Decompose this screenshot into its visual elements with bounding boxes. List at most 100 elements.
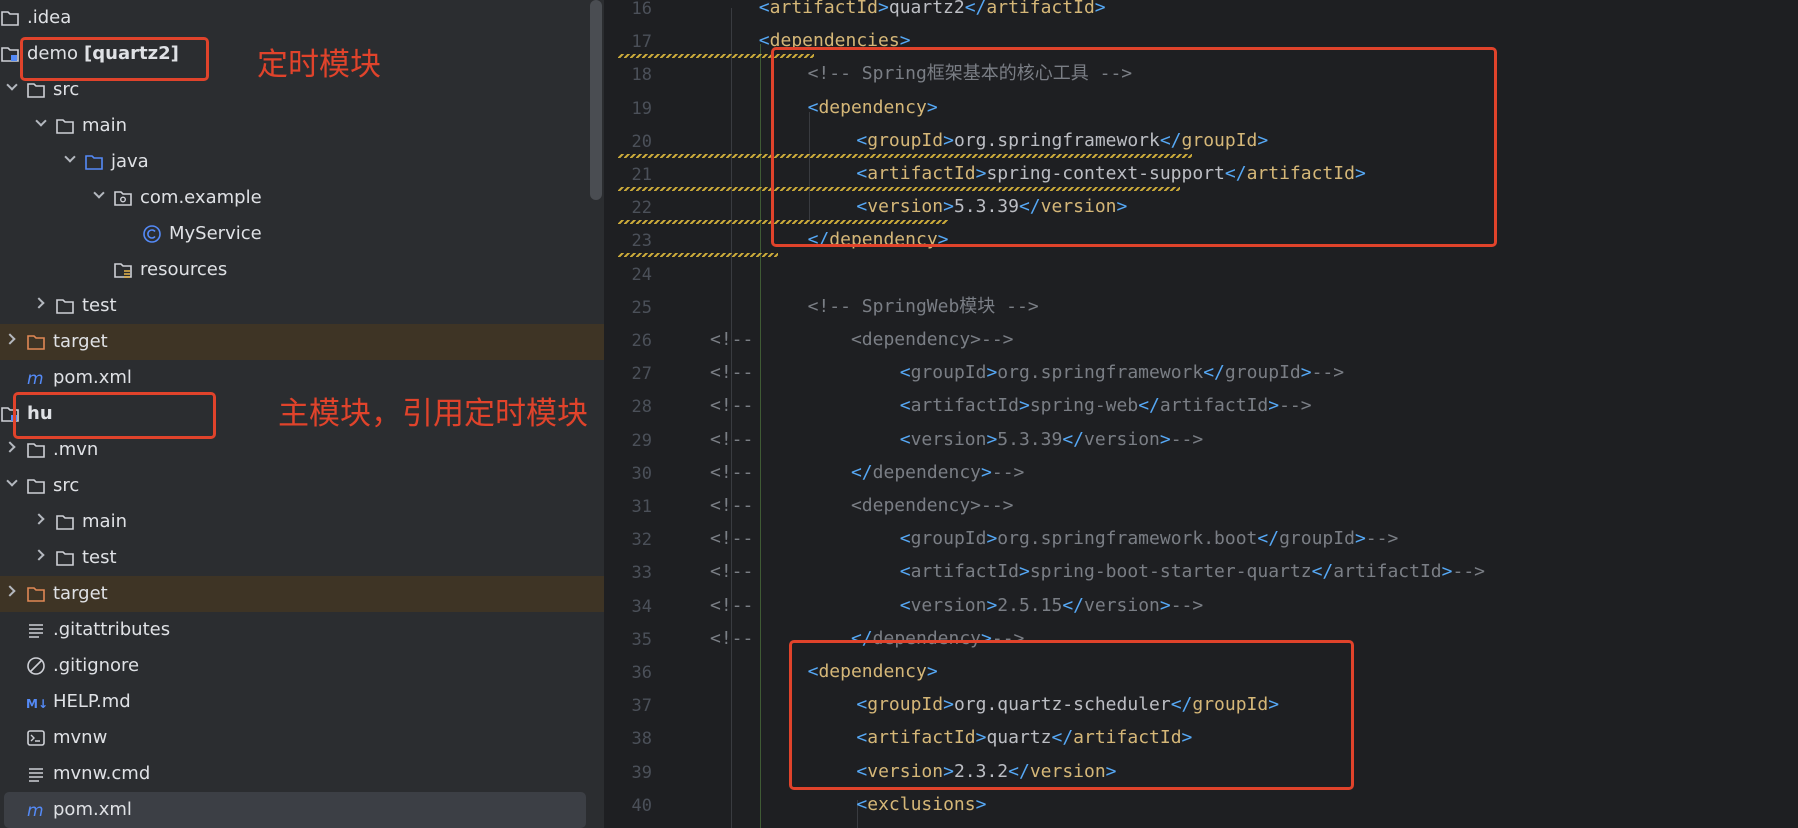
chevron-down-icon[interactable] xyxy=(6,79,18,91)
xml-bracket: </ xyxy=(1257,528,1280,550)
tree-row[interactable]: target xyxy=(0,576,604,612)
markdown-icon: M↓ xyxy=(26,697,46,711)
tree-row-label: pom.xml xyxy=(53,799,132,820)
xml-bracket: < xyxy=(758,0,770,18)
svg-text:m: m xyxy=(27,369,44,388)
line-number: 20 xyxy=(631,131,652,152)
line-number: 32 xyxy=(631,530,652,551)
warning-squiggle xyxy=(618,253,778,258)
xml-bracket: > xyxy=(986,594,998,616)
chevron-down-icon[interactable] xyxy=(6,475,18,487)
xml-bracket: > xyxy=(878,0,889,18)
chevron-right-icon[interactable] xyxy=(33,297,45,309)
svg-text:m: m xyxy=(27,801,44,820)
tree-row[interactable]: target xyxy=(0,324,604,360)
xml-comment: <!-- xyxy=(710,428,754,450)
line-number: 40 xyxy=(631,795,652,816)
xml-comment: --> xyxy=(1170,594,1204,616)
tree-row-label: pom.xml xyxy=(53,367,132,388)
tree-row[interactable]: java xyxy=(0,144,604,180)
xml-comment: artifactId xyxy=(1159,395,1269,417)
code-line: <!-- <version>5.3.39</version>--> xyxy=(710,429,1203,451)
tree-row-label: .idea xyxy=(27,7,72,28)
tree-row-label: target xyxy=(53,331,108,352)
chevron-right-icon[interactable] xyxy=(33,513,45,525)
xml-comment: --> xyxy=(1365,528,1399,550)
xml-bracket: < xyxy=(856,793,868,815)
code-line: <artifactId>quartz2</artifactId> xyxy=(759,0,1106,19)
xml-comment: <!-- xyxy=(710,495,754,516)
xml-bracket: </ xyxy=(1203,362,1225,384)
line-number: 25 xyxy=(631,297,652,318)
line-number: 19 xyxy=(631,98,652,119)
ide-window: .idea demo [quartz2] src main java com.example… xyxy=(0,0,1798,828)
tree-row[interactable]: m pom.xml xyxy=(0,360,604,396)
maven-icon: m xyxy=(27,369,44,388)
xml-comment: <!-- xyxy=(710,561,754,583)
chevron-down-icon[interactable] xyxy=(35,115,47,127)
tree-row[interactable]: .gitignore xyxy=(0,648,604,684)
line-number: 29 xyxy=(631,430,652,451)
code-line: <!-- <dependency>--> xyxy=(710,329,1014,351)
xml-tag-name: exclusions xyxy=(867,793,976,815)
xml-comment: artifactId xyxy=(910,395,1019,417)
line-number: 39 xyxy=(631,762,652,783)
tree-row[interactable]: test xyxy=(0,288,604,324)
folder-icon xyxy=(56,299,74,314)
xml-comment: groupId xyxy=(910,528,987,550)
line-number: 37 xyxy=(631,696,652,717)
chevron-right-icon[interactable] xyxy=(4,585,16,597)
module-icon xyxy=(1,47,19,62)
tree-row[interactable]: main xyxy=(0,108,604,144)
line-number: 26 xyxy=(631,331,652,351)
tree-row[interactable]: M↓ HELP.md xyxy=(0,684,604,720)
code-line: <!-- <version>2.5.15</version>--> xyxy=(710,595,1203,617)
xml-comment: <!-- SpringWeb模块 --> xyxy=(807,295,1039,317)
tree-row[interactable]: mvnw xyxy=(0,720,604,756)
xml-bracket: > xyxy=(1354,528,1366,550)
annotation-box-demo-module xyxy=(20,37,209,81)
xml-comment: --> xyxy=(1170,428,1204,450)
tree-row[interactable]: .idea xyxy=(0,0,604,36)
code-line: <exclusions> xyxy=(856,794,986,816)
tree-row[interactable]: resources xyxy=(0,252,604,288)
line-number: 21 xyxy=(631,165,652,185)
tree-row[interactable]: mvnw.cmd xyxy=(0,756,604,792)
line-number: 24 xyxy=(631,264,652,285)
chevron-down-icon[interactable] xyxy=(93,187,105,199)
tree-row[interactable]: main xyxy=(0,504,604,540)
xml-bracket: > xyxy=(1018,395,1030,417)
code-line: <!-- SpringWeb模块 --> xyxy=(808,296,1039,318)
xml-comment: --> xyxy=(1452,561,1485,583)
tree-row[interactable]: m pom.xml xyxy=(4,792,586,828)
tree-row[interactable]: MyService xyxy=(0,216,604,252)
xml-bracket: > xyxy=(1268,395,1280,417)
xml-comment: org.springframework.boot xyxy=(997,528,1258,550)
tree-row-label: mvnw xyxy=(53,727,108,748)
tree-row-label: src xyxy=(53,79,80,100)
xml-bracket: > xyxy=(1159,428,1171,450)
tree-row[interactable]: src xyxy=(0,468,604,504)
xml-bracket: > xyxy=(1441,561,1453,583)
tree-row-label: .gitignore xyxy=(53,655,140,676)
annotation-box-spring-dependency xyxy=(771,47,1497,247)
xml-comment: <dependency>--> xyxy=(850,495,1014,516)
xml-comment: spring-web xyxy=(1029,395,1139,417)
chevron-right-icon[interactable] xyxy=(4,333,16,345)
chevron-down-icon[interactable] xyxy=(64,151,76,163)
xml-bracket: < xyxy=(899,594,911,616)
tree-row[interactable]: test xyxy=(0,540,604,576)
tree-scrollbar[interactable] xyxy=(590,0,602,200)
xml-comment: version xyxy=(1084,428,1160,450)
tree-row[interactable]: .gitattributes xyxy=(0,612,604,648)
chevron-right-icon[interactable] xyxy=(33,549,45,561)
tree-row-label: .gitattributes xyxy=(53,619,171,640)
tree-row[interactable]: com.example xyxy=(0,180,604,216)
chevron-right-icon[interactable] xyxy=(4,441,16,453)
xml-bracket: < xyxy=(899,528,911,550)
xml-comment: --> xyxy=(1279,395,1312,417)
tree-row-label: MyService xyxy=(169,223,262,244)
code-line: <!-- <artifactId>spring-boot-starter-quar… xyxy=(710,561,1485,583)
xml-comment: --> xyxy=(1311,362,1345,384)
tree-row-label: test xyxy=(82,295,117,316)
